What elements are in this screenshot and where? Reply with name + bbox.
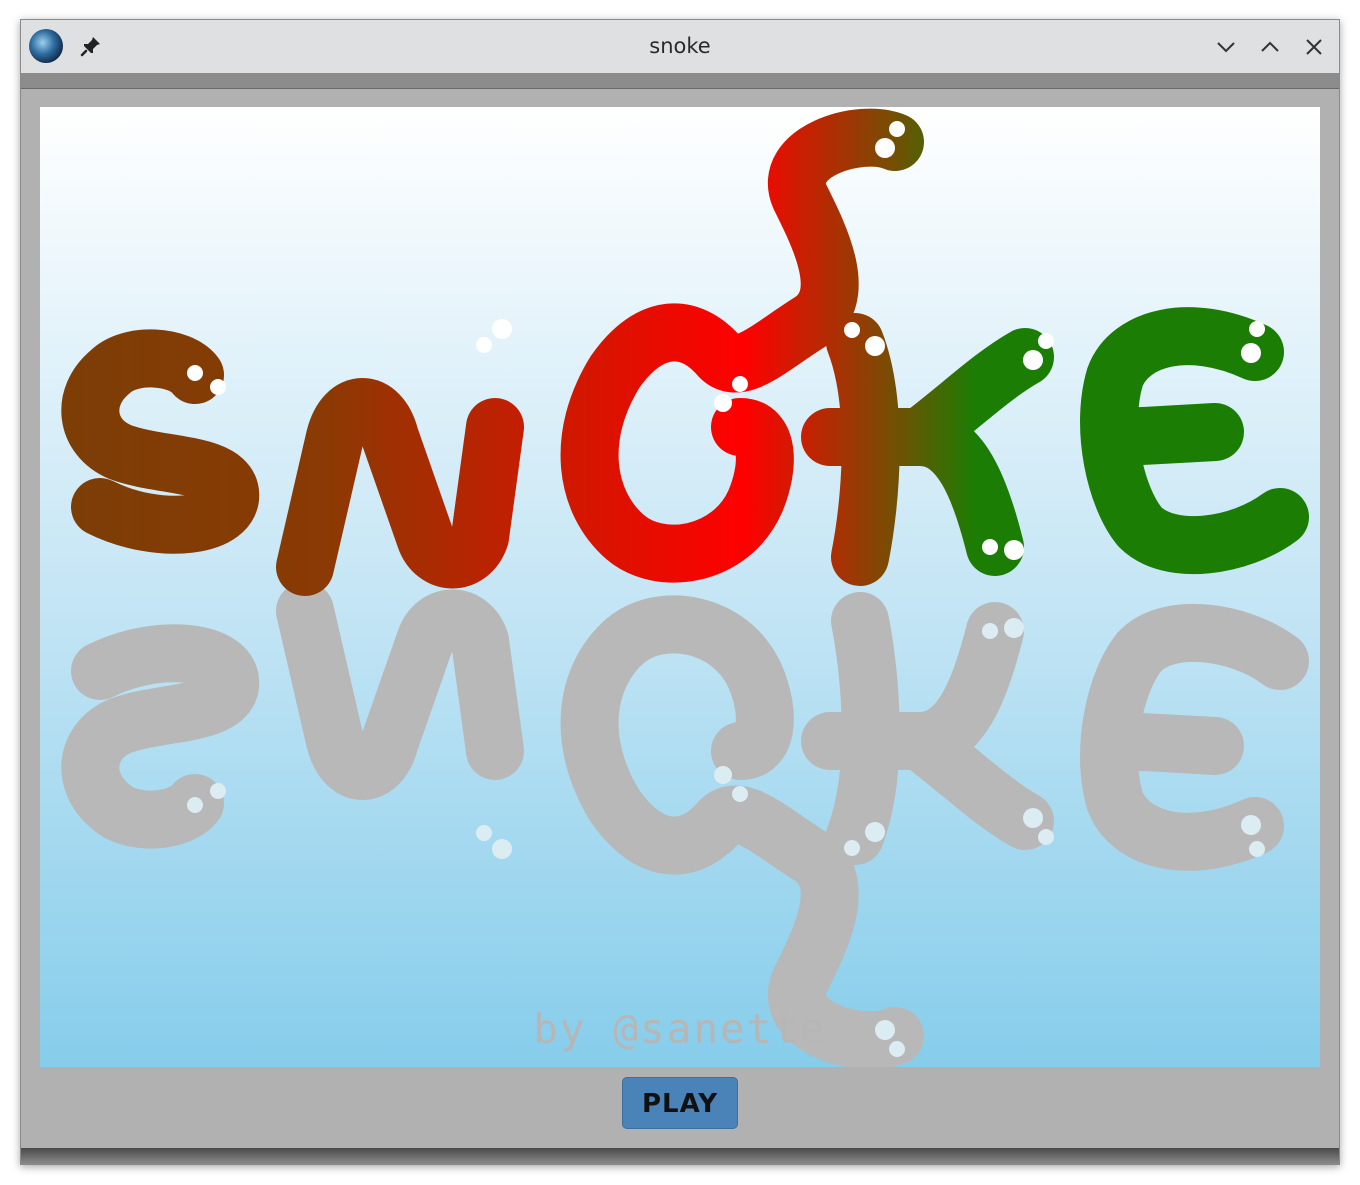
credit-text: by @sanette <box>533 1005 827 1053</box>
window-bottom-edge <box>21 1148 1339 1164</box>
chevron-up-icon[interactable] <box>1257 34 1283 60</box>
title-bar[interactable]: snoke <box>21 20 1339 74</box>
game-canvas[interactable]: by @sanette <box>40 107 1320 1067</box>
window-title: snoke <box>649 34 711 58</box>
chevron-down-icon[interactable] <box>1213 34 1239 60</box>
logo-letters <box>90 121 1280 567</box>
game-window: snoke by @sanette PLAY <box>20 19 1340 1165</box>
logo-reflection <box>90 611 1280 1057</box>
close-icon[interactable] <box>1301 34 1327 60</box>
snoke-logo <box>40 107 1320 1067</box>
play-button[interactable]: PLAY <box>622 1077 738 1129</box>
toolbar-strip <box>21 73 1339 89</box>
